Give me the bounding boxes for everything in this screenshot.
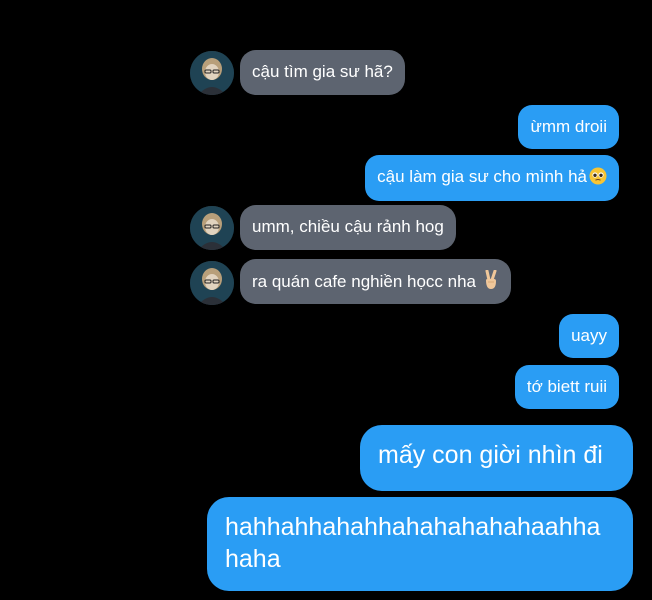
message-bubble-outgoing[interactable]: mấy con giời nhìn đi: [360, 425, 633, 491]
avatar-portrait-icon: [190, 261, 234, 305]
avatar-portrait-icon: [190, 51, 234, 95]
contact-avatar[interactable]: [190, 51, 234, 95]
message-bubble-outgoing[interactable]: cậu làm gia sư cho mình hả: [365, 155, 619, 201]
message-text: hahhahhahahhahahahahahaahha haha: [225, 513, 601, 573]
message-text: uayy: [571, 326, 607, 345]
contact-avatar[interactable]: [190, 261, 234, 305]
victory-hand-icon: [483, 269, 499, 296]
message-text: umm, chiều cậu rảnh hog: [252, 217, 444, 236]
message-text: mấy con giời nhìn đi: [378, 441, 603, 469]
chat-thread: cậu tìm gia sư hã? ừmm droii cậu làm gia…: [0, 0, 652, 600]
message-bubble-incoming[interactable]: cậu tìm gia sư hã?: [240, 50, 405, 95]
message-text: cậu làm gia sư cho mình hả: [377, 167, 587, 186]
avatar-portrait-icon: [190, 206, 234, 250]
message-text: cậu tìm gia sư hã?: [252, 62, 393, 81]
message-text: ra quán cafe nghiền họcc nha: [252, 272, 481, 291]
message-bubble-outgoing[interactable]: hahhahhahahhahahahahahaahha haha: [207, 497, 633, 591]
contact-avatar[interactable]: [190, 206, 234, 250]
message-bubble-incoming[interactable]: ra quán cafe nghiền họcc nha: [240, 259, 511, 304]
message-bubble-outgoing[interactable]: ừmm droii: [518, 105, 619, 149]
message-bubble-outgoing[interactable]: uayy: [559, 314, 619, 358]
message-text: ừmm droii: [530, 117, 607, 136]
pleading-face-icon: [589, 167, 607, 191]
message-bubble-incoming[interactable]: umm, chiều cậu rảnh hog: [240, 205, 456, 250]
message-text: tớ biett ruii: [526, 377, 607, 396]
message-bubble-outgoing[interactable]: tớ biett ruii: [514, 365, 619, 409]
